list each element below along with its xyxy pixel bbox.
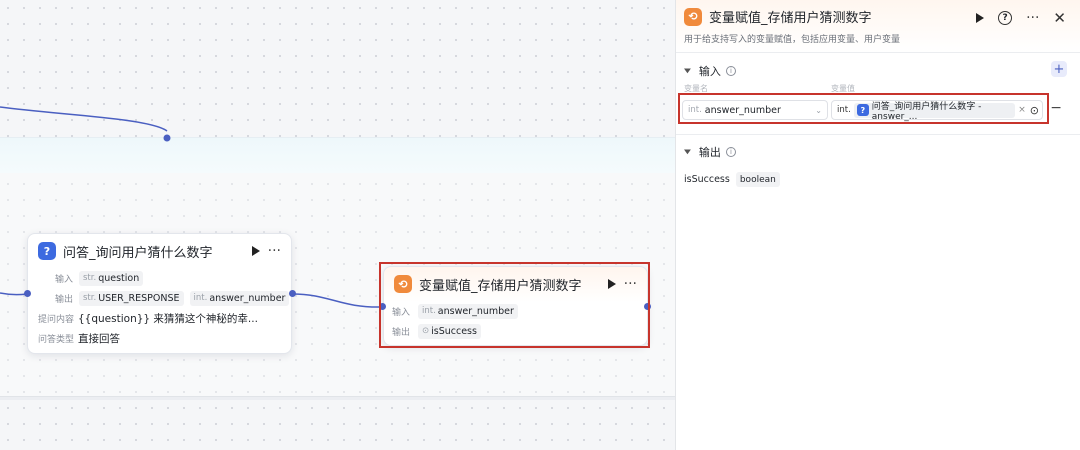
highlight-box-node <box>379 262 650 348</box>
panel-description: 用于给支持写入的变量赋值，包括应用变量、用户变量 <box>684 35 901 45</box>
qa-answer-type-row: 问答类型 直接回答 <box>28 328 291 348</box>
question-icon: ? <box>38 242 56 260</box>
section-divider <box>676 134 1080 135</box>
qa-prompt-value: {{question}} 来猜猜这个神秘的幸... <box>78 312 258 325</box>
help-icon[interactable]: ? <box>998 11 1013 25</box>
output-section-title: 输出 <box>698 146 721 159</box>
output-name: isSuccess <box>684 174 730 185</box>
more-icon[interactable]: ··· <box>268 244 281 258</box>
qa-input-tag: str. question <box>79 270 144 286</box>
chevron-down-icon[interactable]: ▼ <box>684 68 691 75</box>
qa-output-tag: int. answer_number <box>189 290 290 306</box>
qa-node-in-port[interactable] <box>24 290 31 297</box>
run-node-icon[interactable] <box>251 246 260 256</box>
edge-top <box>0 106 168 132</box>
qa-answer-type-value: 直接回答 <box>78 332 120 345</box>
input-section-header[interactable]: ▼ 输入 i <box>684 63 736 79</box>
panel-header: ⟲ 变量赋值_存储用户猜测数字 用于给支持写入的变量赋值，包括应用变量、用户变量… <box>676 0 1080 53</box>
qa-node-title: 问答_询问用户猜什么数字 <box>63 245 213 261</box>
qa-output-tag: str. USER_RESPONSE <box>79 290 184 306</box>
close-icon[interactable]: ✕ <box>1053 9 1066 27</box>
qa-node[interactable]: ? 问答_询问用户猜什么数字 ··· 输入 str. question 输出 st… <box>27 233 292 354</box>
edge-top-port <box>163 134 171 142</box>
remove-input-button[interactable]: − <box>1050 100 1062 116</box>
panel-title[interactable]: 变量赋值_存储用户猜测数字 <box>709 7 872 26</box>
qa-answer-type-label: 问答类型 <box>38 334 75 345</box>
input-section-title: 输入 <box>698 65 721 78</box>
output-section-header[interactable]: ▼ 输出 i <box>684 144 736 160</box>
edges-layer <box>0 106 383 308</box>
qa-input-row: 输入 str. question <box>28 268 291 288</box>
qa-output-label: 输出 <box>55 294 74 305</box>
more-icon[interactable]: ··· <box>1026 11 1039 25</box>
output-item: isSuccess boolean <box>684 172 786 187</box>
qa-node-out-port[interactable] <box>289 290 296 297</box>
info-icon[interactable]: i <box>725 147 736 157</box>
highlight-box-input <box>678 93 1049 124</box>
node-config-panel: ⟲ 变量赋值_存储用户猜测数字 用于给支持写入的变量赋值，包括应用变量、用户变量… <box>675 0 1080 450</box>
edge-qa-to-assign <box>291 293 383 308</box>
qa-prompt-row: 提问内容 {{question}} 来猜猜这个神秘的幸... <box>28 308 291 328</box>
output-type-tag: boolean <box>735 172 780 187</box>
chevron-down-icon[interactable]: ▼ <box>684 149 691 156</box>
qa-output-row: 输出 str. USER_RESPONSE int. answer_number <box>28 288 291 308</box>
info-icon[interactable]: i <box>725 66 736 76</box>
edge-left-in <box>0 292 28 296</box>
add-input-button[interactable]: + <box>1051 61 1067 77</box>
workflow-canvas[interactable]: ? 问答_询问用户猜什么数字 ··· 输入 str. question 输出 st… <box>0 0 675 450</box>
qa-prompt-label: 提问内容 <box>38 314 75 325</box>
qa-node-header: ? 问答_询问用户猜什么数字 ··· <box>28 234 291 268</box>
variable-assign-icon: ⟲ <box>684 7 702 26</box>
run-icon[interactable] <box>976 13 985 23</box>
qa-input-label: 输入 <box>55 274 74 285</box>
